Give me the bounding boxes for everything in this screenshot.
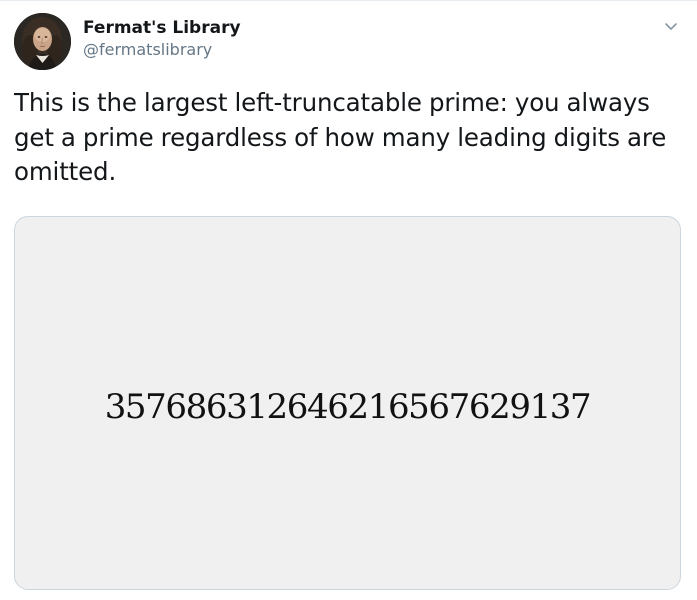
tweet-media-image[interactable]: 357686312646216567629137 <box>14 216 681 590</box>
chevron-down-icon <box>665 23 677 30</box>
tweet: Fermat's Library @fermatslibrary This is… <box>0 0 697 600</box>
portrait-avatar-icon <box>14 13 71 70</box>
author-info: Fermat's Library @fermatslibrary <box>83 17 241 61</box>
author-handle[interactable]: @fermatslibrary <box>83 39 241 61</box>
tweet-text: This is the largest left-truncatable pri… <box>14 88 667 186</box>
author-display-name[interactable]: Fermat's Library <box>83 17 241 39</box>
tweet-menu-button[interactable] <box>661 16 681 36</box>
author-avatar[interactable] <box>14 13 71 70</box>
prime-number: 357686312646216567629137 <box>104 387 592 427</box>
